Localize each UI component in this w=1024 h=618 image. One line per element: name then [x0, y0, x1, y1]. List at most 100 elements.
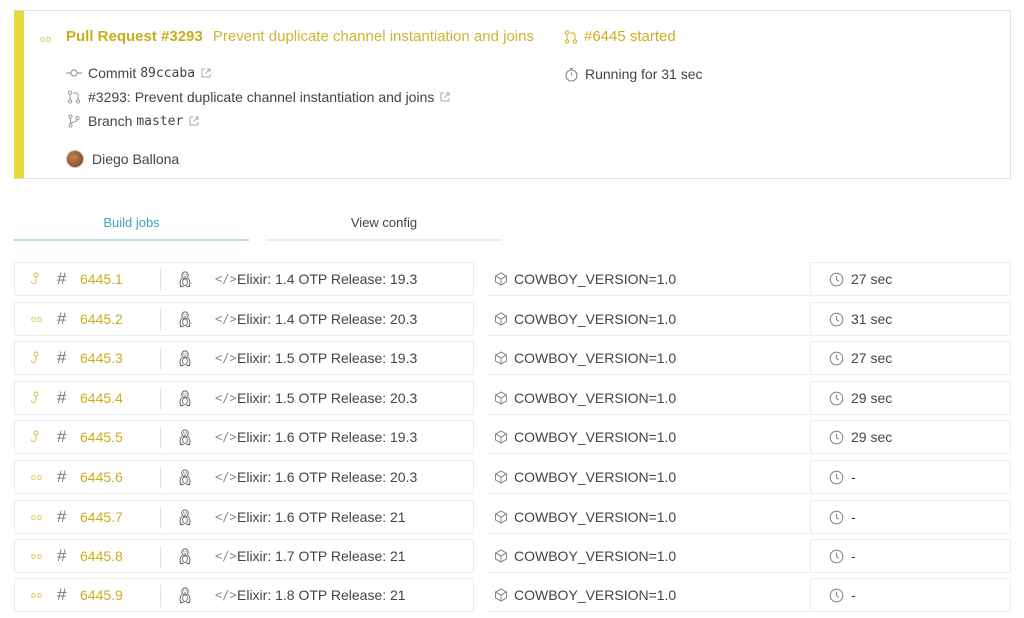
pr-link-text[interactable]: #3293: Prevent duplicate channel instant… [88, 89, 434, 105]
clock-icon [829, 510, 844, 525]
pr-number[interactable]: Pull Request #3293 [66, 28, 203, 45]
job-time-cell: - [810, 460, 1011, 494]
job-main-cell[interactable]: oo #6445.9 </> Elixir: 1.8 OTP Release: 21 [14, 578, 474, 612]
job-duration: - [851, 548, 856, 564]
hash-icon: # [57, 546, 67, 565]
running-icon [31, 430, 45, 444]
job-row[interactable]: oo #6445.6 </> Elixir: 1.6 OTP Release: 20.… [14, 460, 1011, 494]
job-main-cell[interactable]: #6445.3 </> Elixir: 1.5 OTP Release: 19.3 [14, 341, 474, 375]
clock-icon [829, 470, 844, 485]
hash-icon: # [57, 309, 67, 328]
build-status-text[interactable]: #6445 started [584, 28, 676, 45]
divider [160, 507, 161, 529]
job-number[interactable]: 6445.1 [80, 271, 123, 287]
job-row[interactable]: #6445.1 </> Elixir: 1.4 OTP Release: 19.3 C… [14, 262, 1011, 296]
code-icon: </> [215, 510, 237, 524]
queued-icon: oo [31, 590, 44, 600]
branch-row[interactable]: Branch master [66, 113, 199, 129]
job-number[interactable]: 6445.7 [80, 509, 123, 525]
branch-icon [66, 113, 82, 129]
job-main-cell[interactable]: #6445.1 </> Elixir: 1.4 OTP Release: 19.3 [14, 262, 474, 296]
external-link-icon[interactable] [440, 92, 450, 102]
clock-icon [829, 391, 844, 406]
pull-request-icon [564, 29, 578, 44]
job-time-cell: - [810, 539, 1011, 573]
external-link-icon[interactable] [189, 116, 199, 126]
running-duration: Running for 31 sec [564, 66, 703, 82]
job-row[interactable]: oo #6445.2 </> Elixir: 1.4 OTP Release: 20.… [14, 302, 1011, 336]
status-dots-icon: oo [40, 34, 53, 44]
job-language: Elixir: 1.4 OTP Release: 19.3 [237, 271, 418, 287]
code-icon: </> [215, 470, 237, 484]
job-env: COWBOY_VERSION=1.0 [514, 468, 677, 485]
clock-icon [829, 549, 844, 564]
pr-link-row[interactable]: #3293: Prevent duplicate channel instant… [66, 89, 450, 105]
tab-view-config[interactable]: View config [266, 205, 502, 241]
job-main-cell[interactable]: oo #6445.8 </> Elixir: 1.7 OTP Release: 21 [14, 539, 474, 573]
job-duration: - [851, 587, 856, 603]
job-time-cell: 31 sec [810, 302, 1011, 336]
hash-icon: # [57, 427, 67, 446]
job-row[interactable]: #6445.5 </> Elixir: 1.6 OTP Release: 19.3 C… [14, 420, 1011, 454]
commit-hash[interactable]: 89ccaba [140, 66, 195, 81]
divider [160, 388, 161, 410]
job-env-cell: COWBOY_VERSION=1.0 [488, 262, 810, 296]
job-env-cell: COWBOY_VERSION=1.0 [488, 539, 810, 573]
running-icon [31, 351, 45, 365]
job-main-cell[interactable]: oo #6445.6 </> Elixir: 1.6 OTP Release: 20.… [14, 460, 474, 494]
job-number[interactable]: 6445.2 [80, 311, 123, 327]
tab-build-jobs[interactable]: Build jobs [14, 205, 249, 241]
package-icon [494, 429, 508, 444]
job-time-cell: 27 sec [810, 262, 1011, 296]
job-row[interactable]: oo #6445.8 </> Elixir: 1.7 OTP Release: 21 C… [14, 539, 1011, 573]
job-number[interactable]: 6445.3 [80, 350, 123, 366]
code-icon: </> [215, 430, 237, 444]
job-duration: 27 sec [851, 271, 893, 287]
job-env: COWBOY_VERSION=1.0 [514, 508, 677, 525]
queued-icon: oo [31, 472, 44, 482]
job-language: Elixir: 1.6 OTP Release: 20.3 [237, 469, 418, 485]
job-env-cell: COWBOY_VERSION=1.0 [488, 302, 810, 336]
clock-icon [829, 351, 844, 366]
job-main-cell[interactable]: oo #6445.7 </> Elixir: 1.6 OTP Release: 21 [14, 500, 474, 534]
stopwatch-icon [564, 67, 579, 82]
job-env: COWBOY_VERSION=1.0 [514, 428, 677, 445]
clock-icon [829, 430, 844, 445]
code-icon: </> [215, 312, 237, 326]
job-env-cell: COWBOY_VERSION=1.0 [488, 381, 810, 415]
job-language: Elixir: 1.7 OTP Release: 21 [237, 548, 406, 564]
pr-title[interactable]: Pull Request #3293 Prevent duplicate cha… [66, 28, 534, 45]
code-icon: </> [215, 549, 237, 563]
divider [160, 348, 161, 370]
job-main-cell[interactable]: oo #6445.2 </> Elixir: 1.4 OTP Release: 20.… [14, 302, 474, 336]
job-time-cell: 27 sec [810, 341, 1011, 375]
hash-icon: # [57, 507, 67, 526]
commit-label: Commit [88, 65, 137, 81]
build-status[interactable]: #6445 started [564, 28, 676, 45]
job-number[interactable]: 6445.5 [80, 429, 123, 445]
pr-message[interactable]: Prevent duplicate channel instantiation … [213, 28, 534, 45]
job-row[interactable]: #6445.4 </> Elixir: 1.5 OTP Release: 20.3 C… [14, 381, 1011, 415]
job-number[interactable]: 6445.9 [80, 587, 123, 603]
linux-icon [178, 428, 192, 446]
job-row[interactable]: #6445.3 </> Elixir: 1.5 OTP Release: 19.3 C… [14, 341, 1011, 375]
job-time-cell: - [810, 578, 1011, 612]
divider [160, 269, 161, 291]
job-time-cell: 29 sec [810, 381, 1011, 415]
external-link-icon[interactable] [201, 68, 211, 78]
branch-label: Branch [88, 113, 133, 129]
job-row[interactable]: oo #6445.7 </> Elixir: 1.6 OTP Release: 21 C… [14, 500, 1011, 534]
job-number[interactable]: 6445.8 [80, 548, 123, 564]
job-main-cell[interactable]: #6445.5 </> Elixir: 1.6 OTP Release: 19.3 [14, 420, 474, 454]
job-env-cell: COWBOY_VERSION=1.0 [488, 420, 810, 454]
commit-row[interactable]: Commit 89ccaba [66, 65, 211, 81]
job-main-cell[interactable]: #6445.4 </> Elixir: 1.5 OTP Release: 20.3 [14, 381, 474, 415]
package-icon [494, 350, 508, 365]
package-icon [494, 587, 508, 602]
linux-icon [178, 270, 192, 288]
job-number[interactable]: 6445.6 [80, 469, 123, 485]
branch-name[interactable]: master [136, 114, 183, 129]
job-number[interactable]: 6445.4 [80, 390, 123, 406]
job-row[interactable]: oo #6445.9 </> Elixir: 1.8 OTP Release: 21 C… [14, 578, 1011, 612]
job-env-cell: COWBOY_VERSION=1.0 [488, 460, 810, 494]
